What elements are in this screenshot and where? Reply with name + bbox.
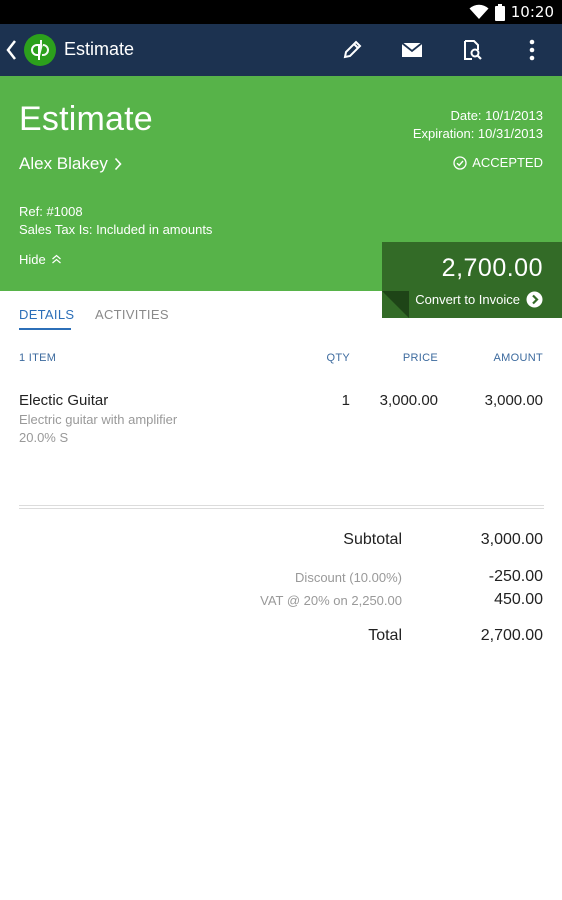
email-button[interactable] [398, 36, 426, 64]
app-bar: Estimate [0, 24, 562, 76]
chevron-right-icon [114, 157, 122, 171]
convert-to-invoice-button[interactable]: Convert to Invoice [415, 291, 543, 308]
battery-icon [494, 3, 505, 21]
expiration-date: Expiration: 10/31/2013 [412, 126, 543, 141]
status-text: ACCEPTED [472, 155, 543, 170]
preview-button[interactable] [458, 36, 486, 64]
item-price: 3,000.00 [379, 392, 438, 409]
total-amount-panel: 2,700.00 Convert to Invoice [382, 242, 562, 318]
panel-fold [382, 291, 409, 318]
clock: 10:20 [510, 3, 554, 21]
status-badge: ACCEPTED [453, 155, 543, 170]
item-tax-code: 20.0% S [19, 430, 69, 445]
item-amount: 3,000.00 [484, 392, 543, 409]
customer-link[interactable]: Alex Blakey [19, 154, 122, 174]
total-value: 2,700.00 [480, 627, 543, 644]
status-bar: 10:20 [0, 0, 562, 24]
customer-name: Alex Blakey [19, 154, 108, 173]
item-qty: 1 [341, 392, 350, 409]
app-bar-title: Estimate [64, 39, 135, 59]
tab-activities[interactable]: ACTIVITIES [95, 307, 169, 322]
estimate-date: Date: 10/1/2013 [450, 108, 543, 123]
pencil-icon [343, 40, 362, 59]
overflow-menu-button[interactable] [518, 36, 546, 64]
status-icons: 10:20 [469, 0, 554, 24]
hide-label: Hide [19, 252, 46, 267]
divider [19, 508, 544, 509]
total-label: Total [368, 627, 402, 644]
item-count-header: 1 ITEM [19, 352, 57, 364]
tab-indicator [19, 328, 71, 330]
item-name: Electic Guitar [19, 392, 109, 409]
convert-label: Convert to Invoice [415, 292, 520, 307]
divider [19, 505, 544, 506]
discount-label: Discount (10.00%) [295, 570, 402, 585]
arrow-circle-right-icon [526, 291, 543, 308]
price-header: PRICE [402, 352, 438, 364]
discount-value: -250.00 [488, 568, 543, 585]
envelope-icon [401, 42, 423, 57]
quickbooks-logo [24, 34, 56, 66]
item-description: Electric guitar with amplifier [19, 412, 178, 427]
wifi-icon [469, 4, 489, 19]
subtotal-value: 3,000.00 [480, 531, 543, 548]
qty-header: QTY [326, 352, 350, 364]
total-amount: 2,700.00 [441, 254, 543, 282]
vat-value: 450.00 [494, 591, 543, 608]
amount-header: AMOUNT [493, 352, 543, 364]
chevron-up-icon [51, 254, 61, 264]
qb-logo-icon [31, 40, 49, 60]
chevron-left-icon[interactable] [4, 37, 20, 63]
vat-label: VAT @ 20% on 2,250.00 [260, 593, 402, 608]
page-title: Estimate [19, 100, 153, 138]
check-circle-icon [453, 155, 467, 170]
document-search-icon [464, 40, 482, 60]
overflow-menu-icon [529, 39, 535, 61]
tab-details[interactable]: DETAILS [19, 307, 74, 322]
reference-number: Ref: #1008 [19, 204, 83, 219]
estimate-meta: Ref: #1008 Sales Tax Is: Included in amo… [19, 203, 212, 239]
hide-details-toggle[interactable]: Hide [19, 252, 62, 267]
sales-tax-mode: Sales Tax Is: Included in amounts [19, 222, 213, 237]
edit-button[interactable] [338, 36, 366, 64]
estimate-dates: Date: 10/1/2013 Expiration: 10/31/2013 [413, 107, 543, 143]
subtotal-label: Subtotal [343, 531, 402, 548]
